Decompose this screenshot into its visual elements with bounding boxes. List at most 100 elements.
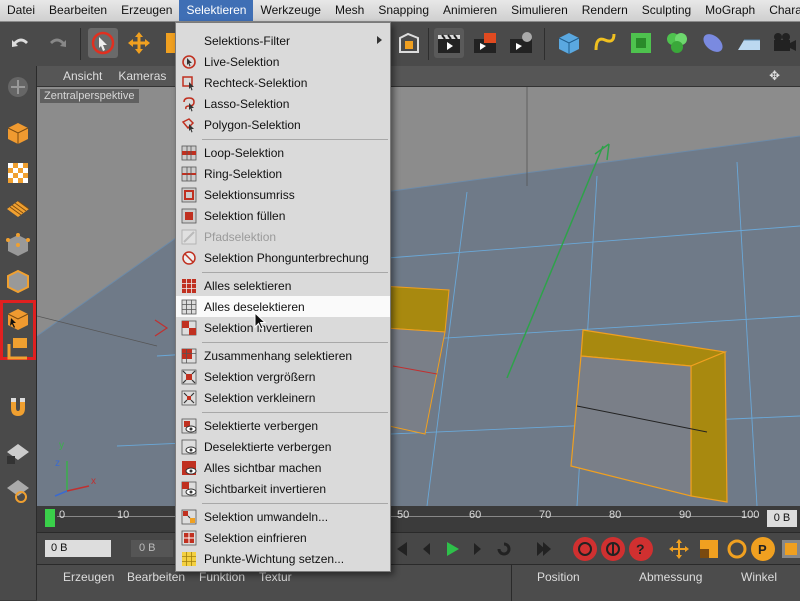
workplane-align-button[interactable] <box>3 476 33 506</box>
start-frame-field[interactable]: 0 B <box>45 540 111 557</box>
frame-back-icon <box>423 543 430 555</box>
tick-50: 50 <box>397 509 410 521</box>
scale-key-button[interactable] <box>697 537 721 564</box>
menu-item-alles-deselektieren[interactable]: Alles deselektieren <box>176 296 390 317</box>
edge-mode-button[interactable] <box>3 266 33 296</box>
menu-item-ring-selektion[interactable]: Ring-Selektion <box>176 163 390 184</box>
menu-item-selektionsumriss[interactable]: Selektionsumriss <box>176 184 390 205</box>
render-picture-viewer-button[interactable] <box>470 28 500 58</box>
menu-item-selektion-fuellen[interactable]: Selektion füllen <box>176 205 390 226</box>
model-mode-button[interactable] <box>3 118 33 148</box>
menu-datei[interactable]: Datei <box>0 0 42 21</box>
texture-mode-button[interactable] <box>3 158 33 188</box>
menu-erzeugen[interactable]: Erzeugen <box>114 0 179 21</box>
menu-item-live-selektion[interactable]: Live-Selektion <box>176 51 390 72</box>
current-frame-field[interactable]: 0 B <box>767 510 797 527</box>
undo-button[interactable] <box>6 28 36 58</box>
menu-item-selektion-umwandeln[interactable]: Selektion umwandeln... <box>176 506 390 527</box>
menu-sculpting[interactable]: Sculpting <box>635 0 698 21</box>
viewport-menu-ansicht[interactable]: Ansicht <box>55 69 110 83</box>
menu-werkzeuge[interactable]: Werkzeuge <box>253 0 327 21</box>
point-mode-button[interactable] <box>3 230 33 260</box>
render-settings-button[interactable] <box>506 28 536 58</box>
material-menu-textur[interactable]: Textur <box>259 570 292 584</box>
menu-item-selektions-filter[interactable]: Selektions-Filter <box>176 30 390 51</box>
menu-item-selektion-invertieren[interactable]: Selektion invertieren <box>176 317 390 338</box>
camera-object-button[interactable] <box>770 28 800 58</box>
menu-item-loop-selektion[interactable]: Loop-Selektion <box>176 142 390 163</box>
step-back-button[interactable] <box>415 538 437 563</box>
menu-item-selektion-phongunterbrechung[interactable]: Selektion Phongunterbrechung <box>176 247 390 268</box>
deformer-object-button[interactable] <box>698 28 728 58</box>
autokey-button[interactable] <box>601 537 625 561</box>
timeline-ruler[interactable]: 0 10 50 60 70 80 90 100 0 B <box>37 506 800 532</box>
menu-item-rechteck-selektion[interactable]: Rechteck-Selektion <box>176 72 390 93</box>
material-menu-funktion[interactable]: Funktion <box>199 570 245 584</box>
menu-separator <box>202 412 388 413</box>
menu-item-selektierte-verbergen[interactable]: Selektierte verbergen <box>176 415 390 436</box>
array-object-button[interactable] <box>662 28 692 58</box>
cloner-icon <box>667 33 687 53</box>
render-view-button[interactable] <box>434 28 464 58</box>
viewport-camera-label: Zentralperspektive <box>40 89 139 103</box>
menu-item-alles-sichtbar-machen[interactable]: Alles sichtbar machen <box>176 457 390 478</box>
go-to-end-button[interactable] <box>533 538 555 563</box>
axis-mode-icon <box>7 338 27 360</box>
viewport-scene[interactable] <box>37 66 800 506</box>
spline-object-button[interactable] <box>590 28 620 58</box>
redo-button[interactable] <box>42 28 72 58</box>
menu-mograph[interactable]: MoGraph <box>698 0 762 21</box>
cube-object-button[interactable] <box>554 28 584 58</box>
menu-item-sichtbarkeit-invertieren[interactable]: Sichtbarkeit invertieren <box>176 478 390 499</box>
point-level-key-button[interactable] <box>779 537 800 564</box>
position-key-button[interactable] <box>667 537 691 564</box>
menu-item-polygon-selektion[interactable]: Polygon-Selektion <box>176 114 390 135</box>
make-editable-button[interactable] <box>3 72 33 102</box>
snap-button[interactable] <box>3 392 33 422</box>
lock-workplane-button[interactable] <box>3 438 33 468</box>
menu-bearbeiten[interactable]: Bearbeiten <box>42 0 114 21</box>
rotation-key-button[interactable] <box>725 537 749 564</box>
live-selection-tool-button[interactable] <box>88 28 118 58</box>
menu-item-punkte-wichtung-setzen[interactable]: Punkte-Wichtung setzen... <box>176 548 390 569</box>
viewport-move-icon[interactable]: ✥ <box>769 68 780 84</box>
parameter-key-icon: P <box>758 542 767 557</box>
floor-object-button[interactable] <box>734 28 764 58</box>
parameter-key-button[interactable]: P <box>751 537 775 561</box>
invert-visibility-icon <box>180 481 198 497</box>
menu-item-selektion-einfrieren[interactable]: Selektion einfrieren <box>176 527 390 548</box>
menu-mesh[interactable]: Mesh <box>328 0 371 21</box>
menu-selektieren[interactable]: Selektieren <box>179 0 254 21</box>
go-next-key-button[interactable] <box>493 538 515 563</box>
menu-simulieren[interactable]: Simulieren <box>504 0 575 21</box>
record-key-button[interactable] <box>573 537 597 561</box>
keyframe-selection-button[interactable]: ? <box>629 537 653 561</box>
menu-snapping[interactable]: Snapping <box>371 0 436 21</box>
axis-mode-button[interactable] <box>3 334 33 364</box>
viewport-menu-kameras[interactable]: Kameras <box>110 69 174 83</box>
menu-item-alles-selektieren[interactable]: Alles selektieren <box>176 275 390 296</box>
step-forward-button[interactable] <box>467 538 489 563</box>
3d-viewport[interactable]: Ansicht Kameras ✥ Zentralperspektive y z… <box>37 66 800 506</box>
timeline-playhead[interactable] <box>45 509 55 527</box>
axis-y-label: y <box>59 440 64 451</box>
material-menu-erzeugen[interactable]: Erzeugen <box>63 570 114 584</box>
menu-charakter[interactable]: Charakt <box>762 0 800 21</box>
menu-rendern[interactable]: Rendern <box>575 0 635 21</box>
play-button[interactable] <box>441 538 463 563</box>
menu-animieren[interactable]: Animieren <box>436 0 504 21</box>
preview-min-field[interactable]: 0 B <box>131 540 173 557</box>
menu-item-lasso-selektion[interactable]: Lasso-Selektion <box>176 93 390 114</box>
menu-item-deselektierte-verbergen[interactable]: Deselektierte verbergen <box>176 436 390 457</box>
workplane-mode-button[interactable] <box>3 194 33 224</box>
polygon-mode-button[interactable] <box>3 304 33 334</box>
material-menu-bearbeiten[interactable]: Bearbeiten <box>127 570 185 584</box>
go-previous-key-button[interactable] <box>391 538 413 563</box>
menu-item-zusammenhang-selektieren[interactable]: Zusammenhang selektieren <box>176 345 390 366</box>
menu-item-selektion-vergroessern[interactable]: Selektion vergrößern <box>176 366 390 387</box>
hide-unselected-icon <box>180 439 198 455</box>
menu-item-selektion-verkleinern[interactable]: Selektion verkleinern <box>176 387 390 408</box>
move-tool-button[interactable] <box>124 28 154 58</box>
nurbs-object-button[interactable] <box>626 28 656 58</box>
coordinate-system-button[interactable] <box>394 28 424 58</box>
